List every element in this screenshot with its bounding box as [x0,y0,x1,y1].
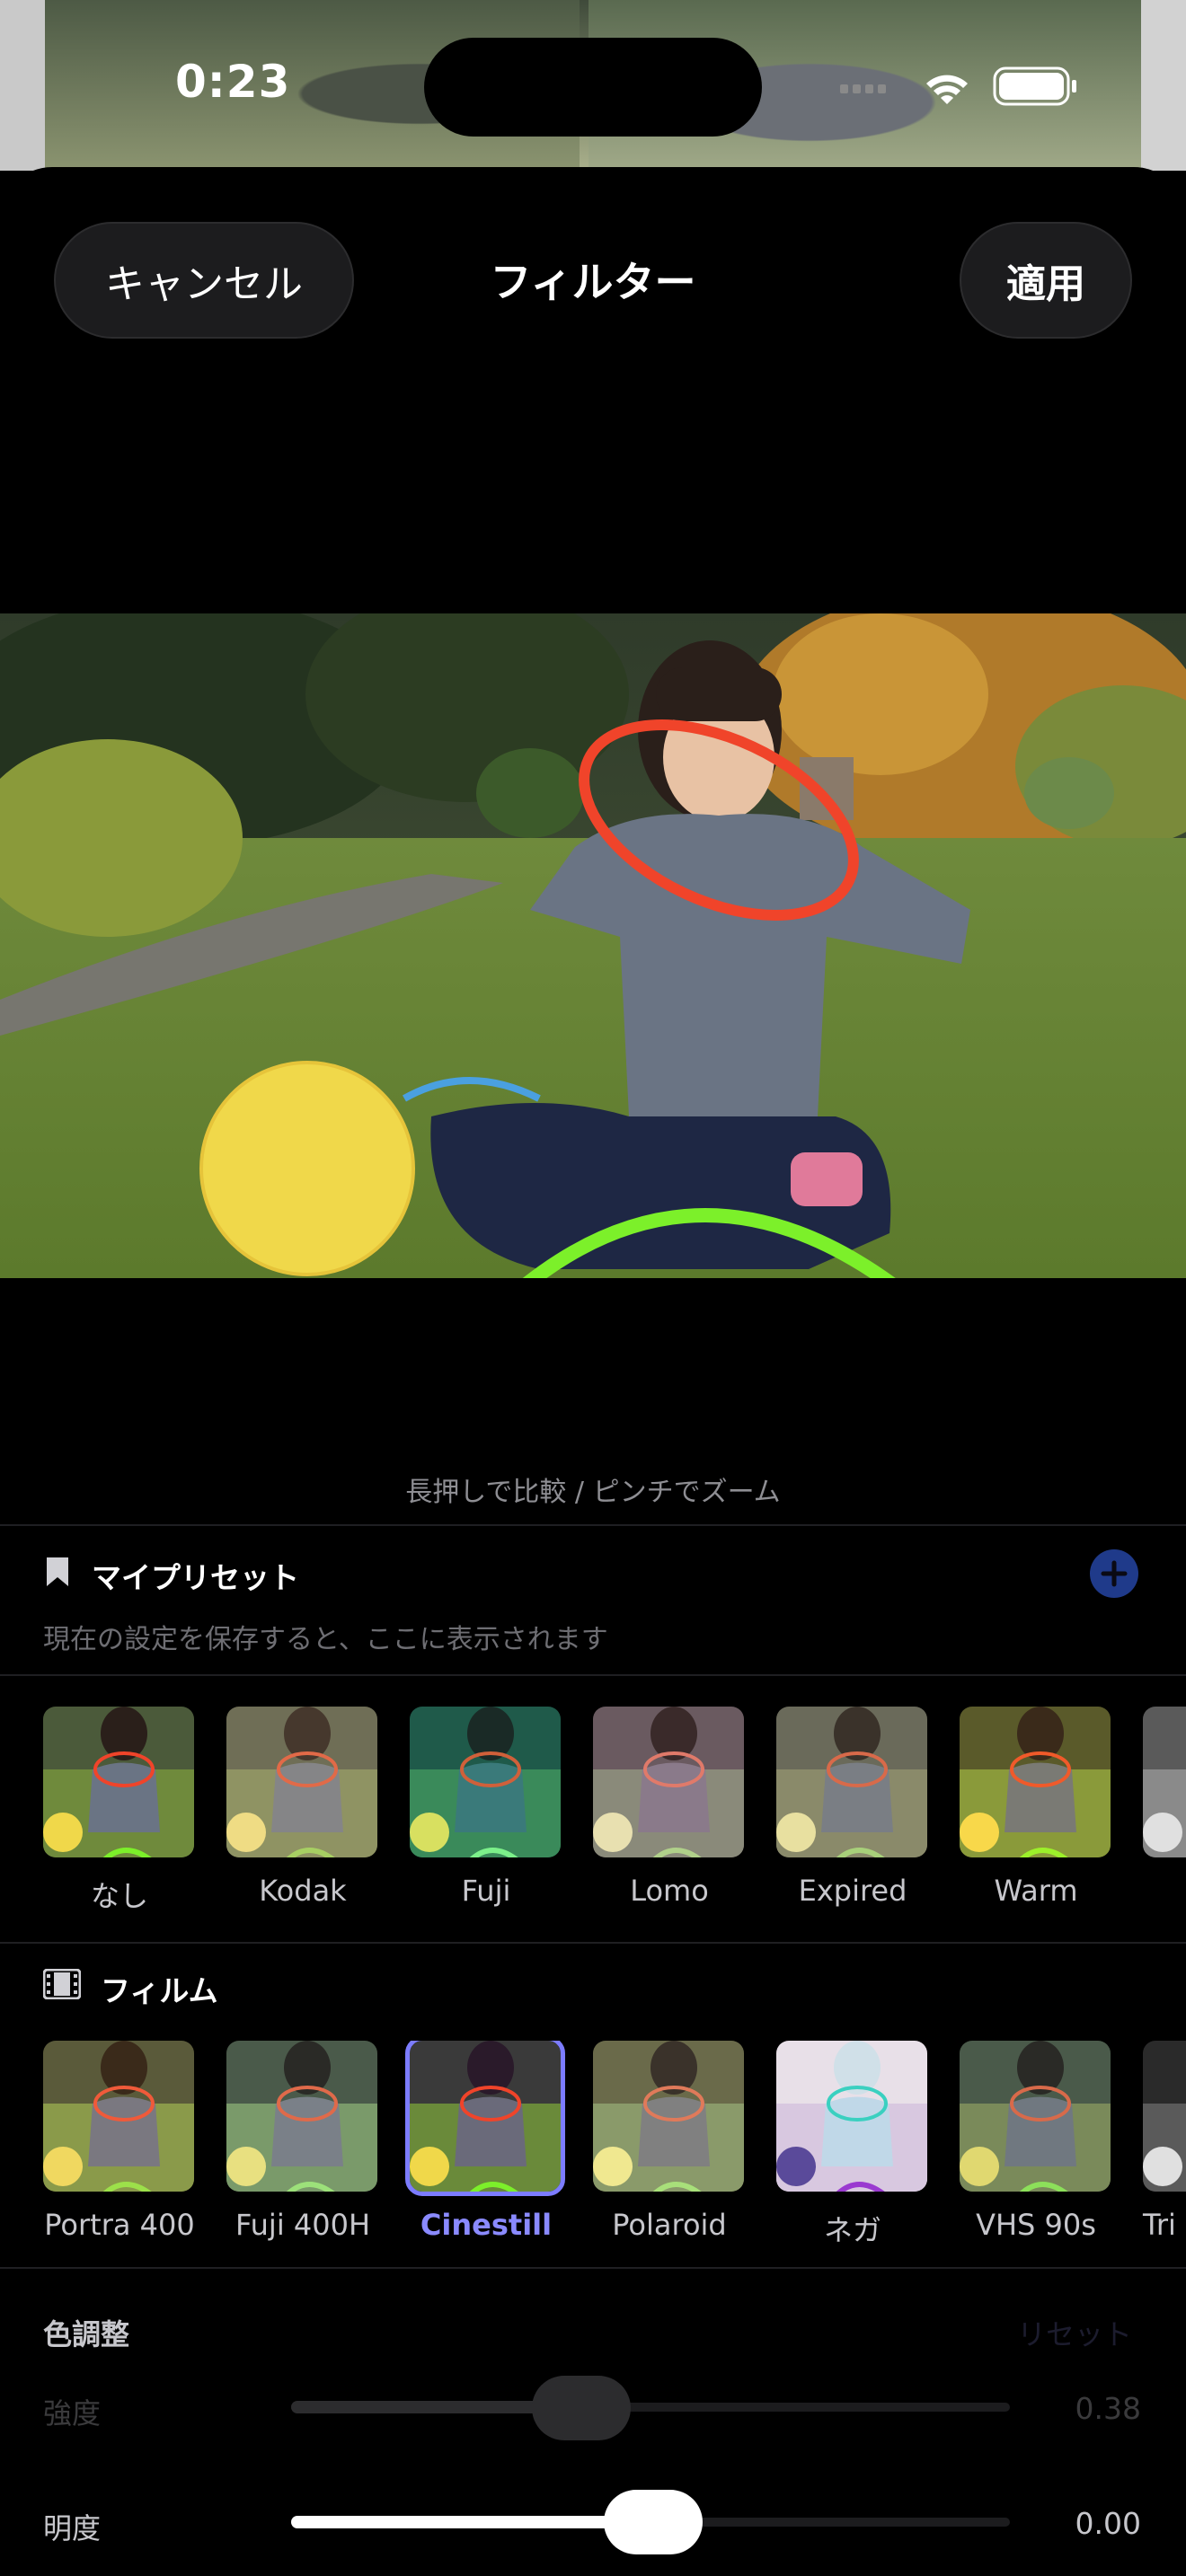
divider [0,1942,1186,1944]
adjust-title: 色調整 [43,2317,130,2351]
filter-label: Kodak [259,1874,347,1908]
film-label: Fuji 400H [235,2208,371,2242]
film-label: VHS 90s [976,2208,1096,2242]
cellular-signal-icon [840,84,886,93]
filter-thumbnail [43,2041,194,2192]
filter-thumbnail [593,1707,744,1857]
film-tri[interactable]: Tri [1143,2041,1186,2242]
brightness-slider-fill [291,2516,651,2528]
film-label: ネガ [823,2213,881,2247]
film-portra-400[interactable]: Portra 400 [43,2041,196,2242]
filter-expired[interactable]: Expired [776,1707,929,1908]
filter-label: なし [90,1879,148,1913]
filter-thumbnail [960,2041,1111,2192]
presets-title: マイプリセット [92,1560,299,1595]
filter-label: Warm [994,1874,1078,1908]
battery-icon [993,66,1076,106]
dynamic-island [424,38,762,137]
filter-thumbnail [43,1707,194,1857]
photo-preview[interactable] [0,613,1186,1278]
filter-thumbnail [593,2041,744,2192]
filter-warm[interactable]: Warm [960,1707,1112,1908]
divider [0,2267,1186,2269]
film-icon [43,1969,81,1999]
film-vhs-90s[interactable]: VHS 90s [960,2041,1112,2242]
film-cinestill[interactable]: Cinestill [405,2041,565,2242]
filter-thumbnail [960,1707,1111,1857]
film-filter-row: Portra 400 Fuji 400H Cinestill Polaroid … [43,2041,1186,2256]
brightness-slider-knob[interactable] [604,2490,703,2554]
filter-label: Fuji [461,1874,511,1908]
filter-thumbnail [776,1707,927,1857]
filter-thumbnail [1143,2041,1186,2192]
brightness-value: 0.00 [1075,2506,1141,2541]
divider [0,1674,1186,1676]
basic-filter-row: なし Kodak Fuji Lomo Expired Warm [43,1707,1186,1922]
film-title: フィルム [101,1973,218,2008]
filter-thumbnail [226,2041,377,2192]
strength-label: 強度 [43,2396,102,2430]
filter-thumbnail [1143,1707,1186,1857]
status-time: 0:23 [175,56,291,108]
filter-label: Lomo [630,1874,709,1908]
filter-kodak[interactable]: Kodak [226,1707,379,1908]
apply-button[interactable]: 適用 [960,222,1132,339]
film-label: Portra 400 [44,2208,195,2242]
add-preset-button[interactable] [1089,1548,1139,1599]
film-negative[interactable]: ネガ [776,2041,929,2249]
reset-button[interactable]: リセット [1017,2312,1132,2353]
film-polaroid[interactable]: Polaroid [593,2041,746,2242]
filter-label: Expired [798,1874,907,1908]
filter-none[interactable]: なし [43,1707,196,1915]
filter-thumbnail [405,2041,565,2196]
strength-slider-knob[interactable] [532,2376,631,2440]
film-fuji-400h[interactable]: Fuji 400H [226,2041,379,2242]
status-icons [840,66,1076,106]
filter-thumbnail [226,1707,377,1857]
divider [0,1524,1186,1526]
preview-hint: 長押しで比較 / ピンチでズーム [405,1477,781,1508]
film-label: Cinestill [420,2208,553,2242]
brightness-label: 明度 [43,2511,102,2545]
filter-lomo[interactable]: Lomo [593,1707,746,1908]
filter-thumbnail [776,2041,927,2192]
strength-slider-fill [291,2401,571,2413]
filter-partial[interactable] [1143,1707,1186,1857]
presets-empty-text: 現在の設定を保存すると、ここに表示されます [43,1624,608,1655]
filter-fuji[interactable]: Fuji [410,1707,562,1908]
wifi-icon [926,75,968,104]
film-label: Tri [1143,2208,1176,2242]
strength-value: 0.38 [1075,2391,1141,2426]
bookmark-icon [47,1557,68,1586]
filter-thumbnail [410,1707,561,1857]
film-label: Polaroid [612,2208,727,2242]
